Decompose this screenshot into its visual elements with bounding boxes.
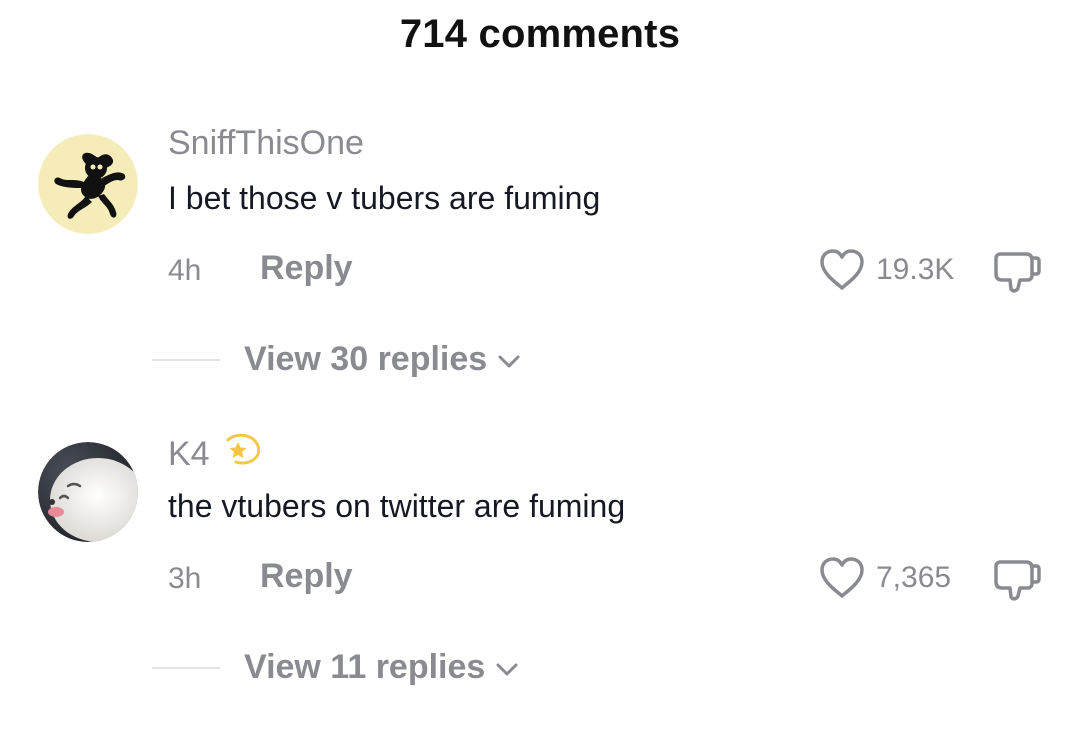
comment-username[interactable]: K4 <box>168 432 262 477</box>
view-replies-label: View 30 replies <box>244 340 488 378</box>
comment-timestamp: 4h <box>168 254 202 287</box>
replies-row: View 11 replies <box>152 648 519 687</box>
comment-username[interactable]: SniffThisOne <box>168 124 364 163</box>
replies-row: View 30 replies <box>152 340 521 379</box>
reply-button[interactable]: Reply <box>260 557 353 596</box>
comment-timestamp: 3h <box>168 562 202 595</box>
comments-count-title: 714 comments <box>399 12 681 56</box>
comment-item: SniffThisOne I bet those v tubers are fu… <box>0 120 1080 420</box>
user-avatar[interactable] <box>38 442 138 542</box>
thumbs-down-icon <box>994 252 1041 293</box>
thumbs-down-icon <box>994 560 1041 601</box>
comments-panel: 714 comments SniffThisOne I bet those v … <box>0 0 1080 733</box>
heart-icon <box>820 249 864 290</box>
dizzy-star-emoji-icon <box>222 432 262 477</box>
view-replies-button[interactable]: View 11 replies <box>244 648 519 687</box>
dancing-figure-avatar-icon <box>38 134 138 234</box>
comment-body: I bet those v tubers are fuming <box>168 180 601 216</box>
replies-divider <box>152 666 220 669</box>
like-count: 7,365 <box>876 561 952 594</box>
dislike-button[interactable] <box>992 248 1044 299</box>
user-avatar[interactable] <box>38 134 138 234</box>
view-replies-button[interactable]: View 30 replies <box>244 340 521 379</box>
view-replies-label: View 11 replies <box>244 648 486 686</box>
comment-item: K4 the vtubers on twitter are fuming 3h … <box>0 428 1080 728</box>
reply-button[interactable]: Reply <box>260 249 353 288</box>
dislike-button[interactable] <box>992 556 1044 607</box>
heart-icon <box>820 557 864 598</box>
replies-divider <box>152 358 220 361</box>
username-text: SniffThisOne <box>168 124 364 162</box>
chevron-down-icon <box>495 648 519 687</box>
username-text: K4 <box>168 435 210 473</box>
like-button[interactable]: 19.3K <box>818 248 954 292</box>
chevron-down-icon <box>497 340 521 379</box>
like-count: 19.3K <box>876 253 955 286</box>
like-button[interactable]: 7,365 <box>818 556 951 600</box>
comment-body: the vtubers on twitter are fuming <box>168 488 626 524</box>
seal-avatar-icon <box>38 442 138 542</box>
